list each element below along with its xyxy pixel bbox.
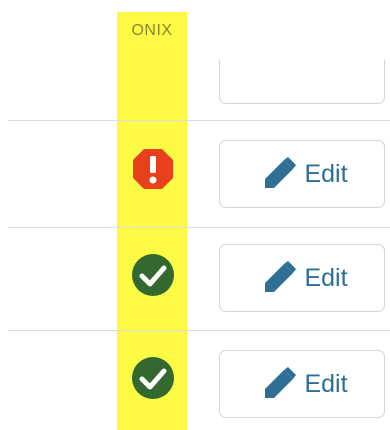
edit-button-label: Edit — [304, 263, 348, 292]
edit-button-label: Edit — [304, 159, 348, 188]
pencil-icon — [262, 261, 297, 295]
row-divider — [8, 120, 390, 121]
edit-button-label: Edit — [304, 369, 348, 398]
edit-button[interactable]: Edit — [219, 244, 385, 312]
edit-button-partial[interactable] — [219, 60, 385, 104]
pencil-icon — [262, 367, 297, 401]
check-circle-icon — [131, 253, 175, 297]
row-divider — [8, 227, 390, 228]
row-divider — [8, 330, 390, 331]
onix-column-header: ONIX — [131, 22, 173, 39]
check-circle-icon — [131, 356, 175, 400]
edit-button[interactable]: Edit — [219, 140, 385, 208]
edit-button[interactable]: Edit — [219, 350, 385, 418]
exclamation-octagon-icon — [131, 147, 175, 191]
pencil-icon — [262, 157, 297, 191]
